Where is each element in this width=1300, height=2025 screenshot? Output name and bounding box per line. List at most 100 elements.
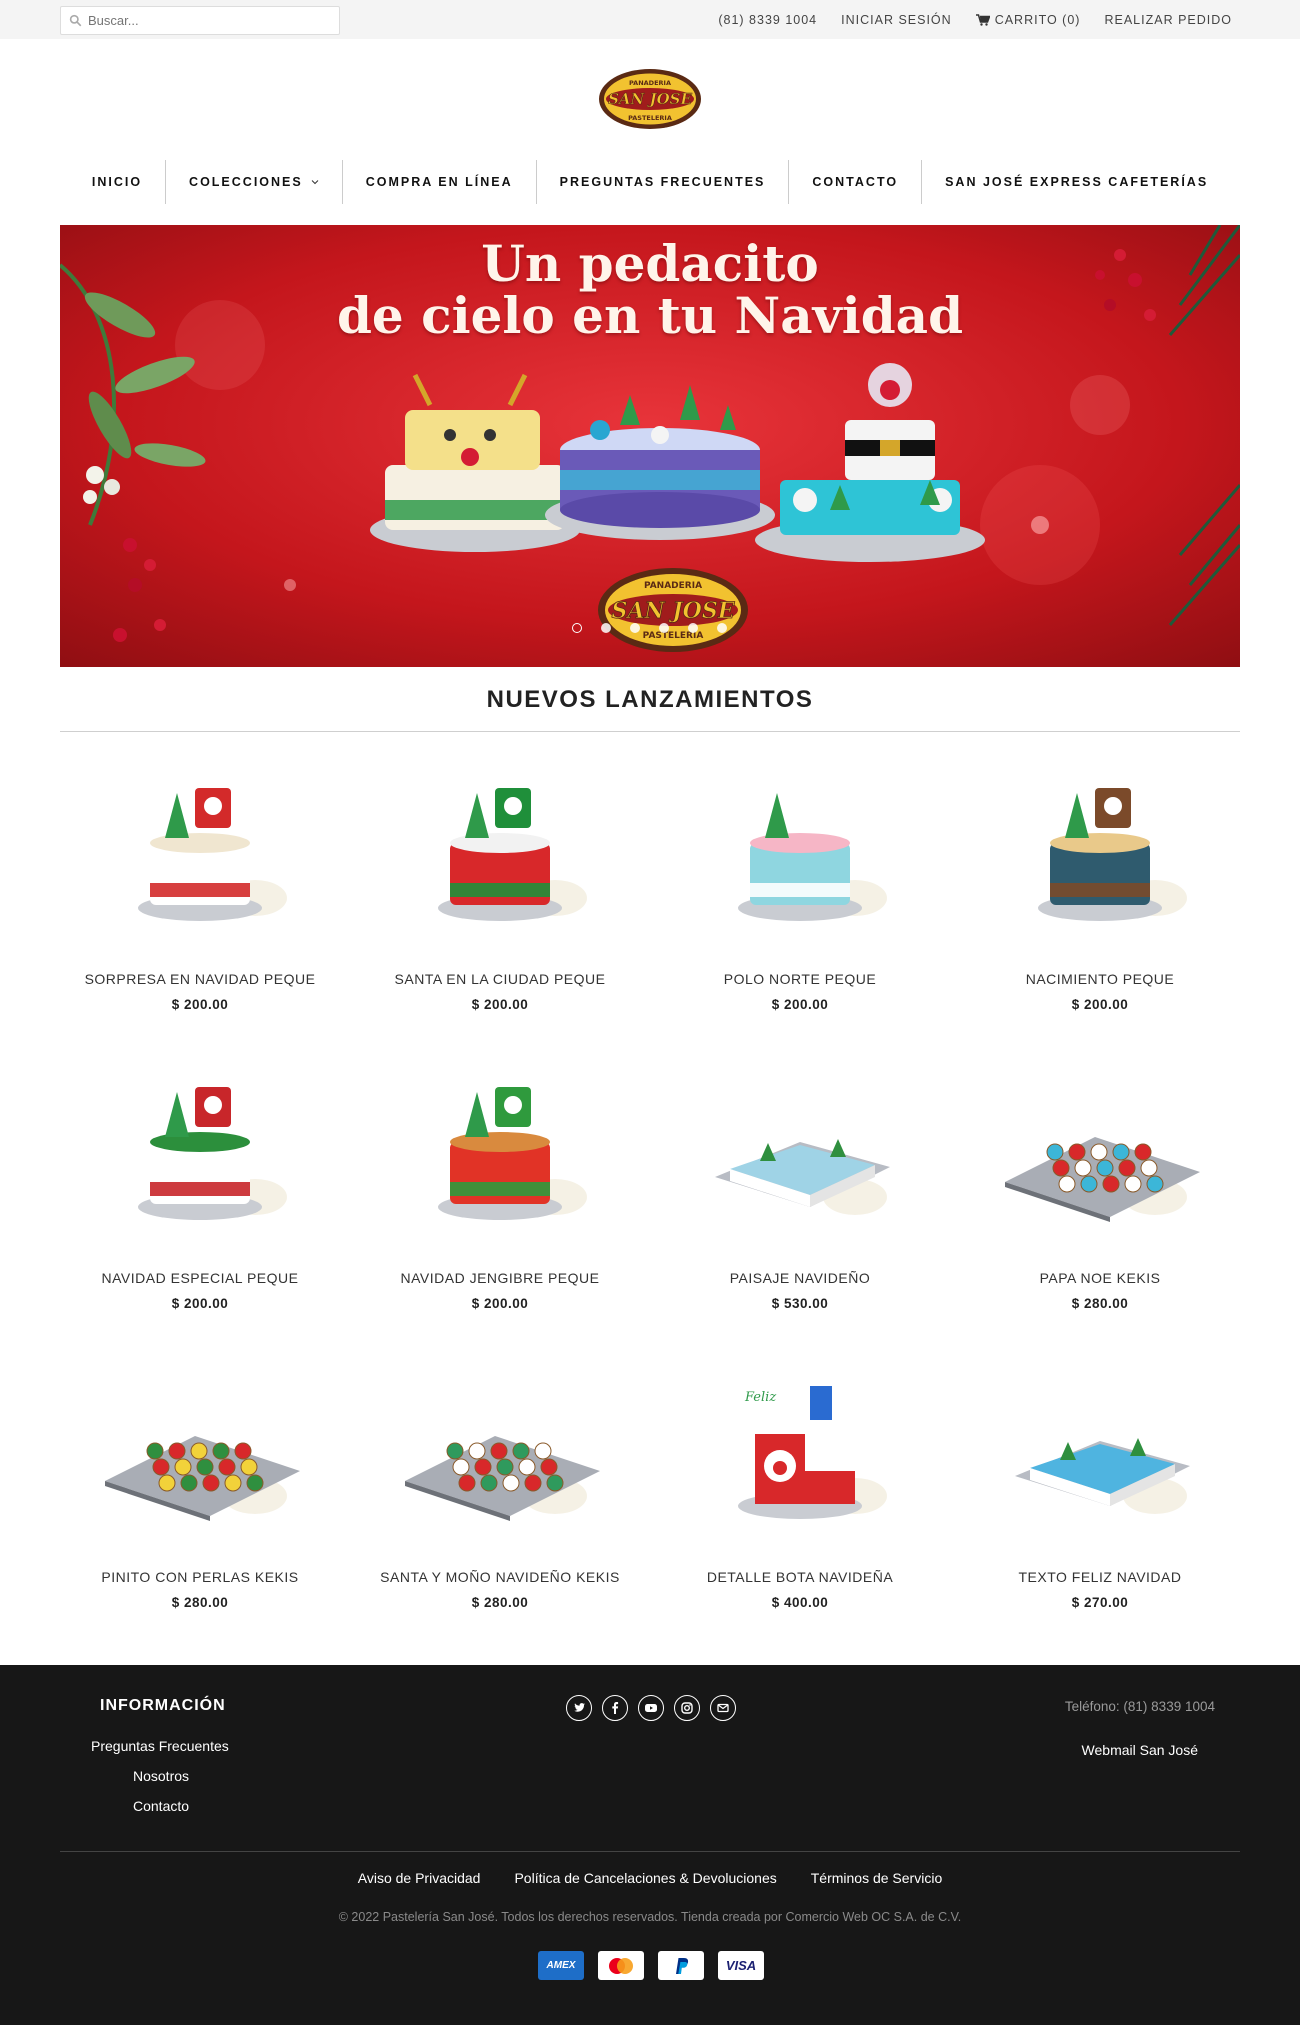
product-name[interactable]: TEXTO FELIZ NAVIDAD (960, 1569, 1240, 1585)
product-card[interactable]: NAVIDAD ESPECIAL PEQUE $ 200.00 (60, 1057, 340, 1311)
footer-webmail-link[interactable]: Webmail San José (1082, 1742, 1198, 1758)
svg-text:SAN JOSE: SAN JOSE (608, 90, 692, 108)
nav-label: PREGUNTAS FRECUENTES (559, 175, 766, 189)
nav-cafeterias[interactable]: SAN JOSÉ EXPRESS CAFETERÍAS (922, 160, 1231, 204)
section-title: NUEVOS LANZAMIENTOS (486, 686, 814, 713)
product-price: $ 280.00 (171, 1595, 229, 1610)
nav-inicio[interactable]: INICIO (69, 160, 165, 204)
product-name[interactable]: PINITO CON PERLAS KEKIS (60, 1569, 340, 1585)
cart-link[interactable]: CARRITO (0) (975, 13, 1081, 27)
nav-label: SAN JOSÉ EXPRESS CAFETERÍAS (945, 175, 1209, 189)
carousel-dot[interactable] (659, 623, 669, 633)
terms-link[interactable]: Términos de Servicio (811, 1870, 943, 1886)
product-card[interactable]: NACIMIENTO PEQUE $ 200.00 (960, 758, 1240, 1012)
email-icon (717, 1703, 729, 1713)
nav-preguntas-frecuentes[interactable]: PREGUNTAS FRECUENTES (537, 160, 789, 204)
product-card[interactable]: PAPA NOE KEKIS $ 280.00 (960, 1057, 1240, 1311)
product-price: $ 270.00 (1071, 1595, 1129, 1610)
nav-label: COMPRA EN LÍNEA (365, 175, 513, 189)
product-image[interactable] (60, 1356, 340, 1546)
checkout-link[interactable]: REALIZAR PEDIDO (1104, 13, 1232, 27)
product-image[interactable] (60, 1057, 340, 1247)
product-card[interactable]: SANTA EN LA CIUDAD PEQUE $ 200.00 (360, 758, 640, 1012)
product-image[interactable] (360, 1356, 640, 1546)
banner-headline-line1: Un pedacito (481, 234, 819, 293)
banner-logo: PANADERIA SAN JOSE PASTELERIA (598, 568, 748, 652)
product-price: $ 200.00 (171, 997, 229, 1012)
product-name[interactable]: SANTA Y MOÑO NAVIDEÑO KEKIS (360, 1569, 640, 1585)
login-link[interactable]: INICIAR SESIÓN (841, 13, 952, 27)
svg-text:PANADERIA: PANADERIA (644, 581, 702, 591)
product-image[interactable] (60, 758, 340, 948)
footer: INFORMACIÓN Preguntas Frecuentes Nosotro… (0, 1665, 1300, 2025)
product-image[interactable] (960, 1356, 1240, 1546)
cart-icon (975, 13, 990, 26)
product-name[interactable]: NACIMIENTO PEQUE (960, 971, 1240, 987)
product-card[interactable]: TEXTO FELIZ NAVIDAD $ 270.00 (960, 1356, 1240, 1610)
carousel-dot[interactable] (630, 623, 640, 633)
product-price: $ 200.00 (171, 1296, 229, 1311)
nav-label: COLECCIONES (189, 175, 303, 189)
nav-contacto[interactable]: CONTACTO (789, 160, 921, 204)
footer-link-nosotros[interactable]: Nosotros (133, 1768, 189, 1784)
product-price: $ 280.00 (1071, 1296, 1129, 1311)
product-card[interactable]: Feliz DETALLE BOTA NAVIDEÑA $ 400.00 (660, 1356, 940, 1610)
carousel-dot[interactable] (572, 623, 582, 633)
product-card[interactable]: PINITO CON PERLAS KEKIS $ 280.00 (60, 1356, 340, 1610)
product-name[interactable]: PAISAJE NAVIDEÑO (660, 1270, 940, 1286)
footer-divider (60, 1851, 1240, 1852)
product-image[interactable] (360, 758, 640, 948)
san-jose-logo[interactable]: PANADERIA SAN JOSE PASTELERIA (598, 68, 702, 130)
product-name[interactable]: SORPRESA EN NAVIDAD PEQUE (60, 971, 340, 987)
product-name[interactable]: DETALLE BOTA NAVIDEÑA (660, 1569, 940, 1585)
product-price: $ 200.00 (471, 1296, 529, 1311)
youtube-link[interactable] (638, 1695, 664, 1721)
phone-link[interactable]: (81) 8339 1004 (718, 13, 817, 27)
privacy-link[interactable]: Aviso de Privacidad (358, 1870, 481, 1886)
product-card[interactable]: SANTA Y MOÑO NAVIDEÑO KEKIS $ 280.00 (360, 1356, 640, 1610)
facebook-icon (612, 1702, 619, 1714)
nav-colecciones[interactable]: COLECCIONES (166, 160, 342, 204)
product-price: $ 280.00 (471, 1595, 529, 1610)
carousel-dot[interactable] (688, 623, 698, 633)
product-name[interactable]: POLO NORTE PEQUE (660, 971, 940, 987)
product-name[interactable]: NAVIDAD JENGIBRE PEQUE (360, 1270, 640, 1286)
copyright: © 2022 Pastelería San José. Todos los de… (338, 1910, 962, 1924)
product-image[interactable] (960, 758, 1240, 948)
product-name[interactable]: PAPA NOE KEKIS (960, 1270, 1240, 1286)
twitter-link[interactable] (566, 1695, 592, 1721)
footer-phone: Teléfono: (81) 8339 1004 (1064, 1699, 1215, 1714)
svg-text:PASTELERIA: PASTELERIA (628, 114, 672, 122)
svg-text:SAN JOSE: SAN JOSE (612, 598, 736, 624)
email-link[interactable] (710, 1695, 736, 1721)
product-image[interactable] (360, 1057, 640, 1247)
instagram-link[interactable] (674, 1695, 700, 1721)
search-input[interactable] (88, 13, 328, 28)
footer-link-faq[interactable]: Preguntas Frecuentes (91, 1738, 229, 1754)
product-card[interactable]: SORPRESA EN NAVIDAD PEQUE $ 200.00 (60, 758, 340, 1012)
product-image[interactable] (660, 1057, 940, 1247)
product-image[interactable] (660, 758, 940, 948)
search-box[interactable] (60, 6, 340, 35)
cancellation-policy-link[interactable]: Política de Cancelaciones & Devoluciones (514, 1870, 776, 1886)
product-name[interactable]: SANTA EN LA CIUDAD PEQUE (360, 971, 640, 987)
product-card[interactable]: NAVIDAD JENGIBRE PEQUE $ 200.00 (360, 1057, 640, 1311)
product-name[interactable]: NAVIDAD ESPECIAL PEQUE (60, 1270, 340, 1286)
twitter-icon (574, 1703, 585, 1712)
hero-banner[interactable]: PANADERIA SAN JOSE PASTELERIA Un pedacit… (60, 225, 1240, 667)
product-card[interactable]: PAISAJE NAVIDEÑO $ 530.00 (660, 1057, 940, 1311)
nav-compra-en-linea[interactable]: COMPRA EN LÍNEA (343, 160, 536, 204)
product-image[interactable]: Feliz (660, 1356, 940, 1546)
facebook-link[interactable] (602, 1695, 628, 1721)
payment-methods: AMEX VISA (538, 1951, 764, 1980)
product-price: $ 200.00 (771, 997, 829, 1012)
product-image[interactable] (960, 1057, 1240, 1247)
product-price: $ 530.00 (771, 1296, 829, 1311)
carousel-dot[interactable] (601, 623, 611, 633)
mastercard-icon (598, 1951, 644, 1980)
visa-icon: VISA (718, 1951, 764, 1980)
carousel-dot[interactable] (717, 623, 727, 633)
product-card[interactable]: POLO NORTE PEQUE $ 200.00 (660, 758, 940, 1012)
main-nav: INICIO COLECCIONES COMPRA EN LÍNEA PREGU… (60, 160, 1240, 204)
footer-link-contacto[interactable]: Contacto (133, 1798, 189, 1814)
